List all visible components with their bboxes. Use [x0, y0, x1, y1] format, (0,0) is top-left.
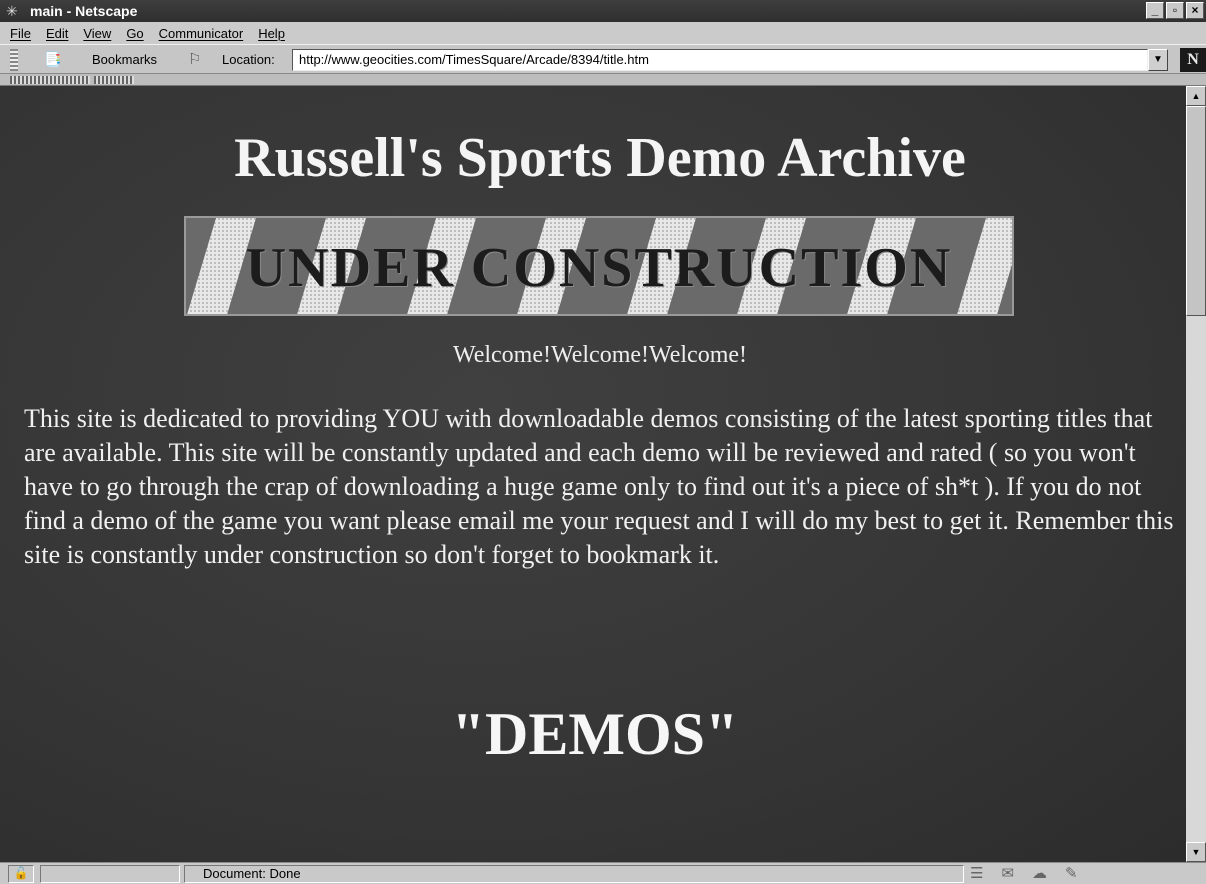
discussion-icon[interactable]: ☁ — [1032, 864, 1047, 882]
mail-icon[interactable]: ✉ — [1001, 864, 1014, 882]
status-bar: 🔓 Document: Done ☰ ✉ ☁ ✎ — [0, 862, 1206, 884]
welcome-text: Welcome!Welcome!Welcome! — [452, 342, 748, 368]
navigator-icon[interactable]: ☰ — [970, 864, 983, 882]
toolbar-grip[interactable] — [10, 49, 18, 71]
location-label: Location: — [222, 52, 275, 67]
security-lock-icon[interactable]: 🔓 — [8, 865, 34, 883]
bookmarks-icon[interactable]: 📑 — [44, 51, 68, 67]
chevron-down-icon: ▼ — [1153, 54, 1163, 65]
close-button[interactable]: × — [1186, 2, 1204, 19]
vertical-scrollbar[interactable]: ▲ ▼ — [1186, 86, 1206, 862]
title-bar: ✳ main - Netscape _ ▫ × — [0, 0, 1206, 22]
composer-icon[interactable]: ✎ — [1065, 864, 1078, 882]
page-content: Russell's Sports Demo Archive UNDER CONS… — [0, 86, 1186, 862]
demos-heading: "DEMOS" — [451, 701, 739, 767]
location-icon[interactable]: ⚐ — [188, 50, 208, 70]
personal-toolbar — [0, 74, 1206, 86]
menu-communicator[interactable]: Communicator — [159, 26, 244, 41]
netscape-app-icon: ✳ — [6, 3, 18, 19]
scroll-down-button[interactable]: ▼ — [1186, 842, 1206, 862]
maximize-button[interactable]: ▫ — [1166, 2, 1184, 19]
url-input[interactable]: http://www.geocities.com/TimesSquare/Arc… — [292, 49, 1148, 71]
window-controls: _ ▫ × — [1146, 2, 1204, 19]
url-dropdown-button[interactable]: ▼ — [1148, 49, 1168, 71]
minimize-button[interactable]: _ — [1146, 2, 1164, 19]
menu-file[interactable]: File — [10, 26, 31, 41]
toolbar-tab[interactable] — [10, 76, 90, 84]
under-construction-banner: UNDER CONSTRUCTION — [184, 216, 1014, 316]
banner-text: UNDER CONSTRUCTION — [245, 237, 953, 299]
page-heading: Russell's Sports Demo Archive — [234, 127, 966, 189]
toolbar-tab[interactable] — [94, 76, 134, 84]
location-toolbar: 📑 Bookmarks ⚐ Location: http://www.geoci… — [0, 44, 1206, 74]
scroll-thumb[interactable] — [1186, 106, 1206, 316]
bookmarks-button[interactable]: Bookmarks — [92, 52, 157, 67]
arrow-up-icon: ▲ — [1191, 91, 1201, 101]
arrow-down-icon: ▼ — [1191, 847, 1201, 857]
menu-edit[interactable]: Edit — [46, 26, 68, 41]
status-text: Document: Done — [184, 865, 964, 883]
menu-go[interactable]: Go — [126, 26, 143, 41]
menu-view[interactable]: View — [83, 26, 111, 41]
netscape-logo[interactable]: N — [1180, 48, 1206, 72]
menu-bar: File Edit View Go Communicator Help — [0, 22, 1206, 44]
intro-paragraph: This site is dedicated to providing YOU … — [24, 404, 1174, 569]
window-title: main - Netscape — [30, 3, 138, 19]
progress-bar — [40, 865, 180, 883]
menu-help[interactable]: Help — [258, 26, 285, 41]
component-bar: ☰ ✉ ☁ ✎ — [970, 864, 1078, 882]
scroll-up-button[interactable]: ▲ — [1186, 86, 1206, 106]
